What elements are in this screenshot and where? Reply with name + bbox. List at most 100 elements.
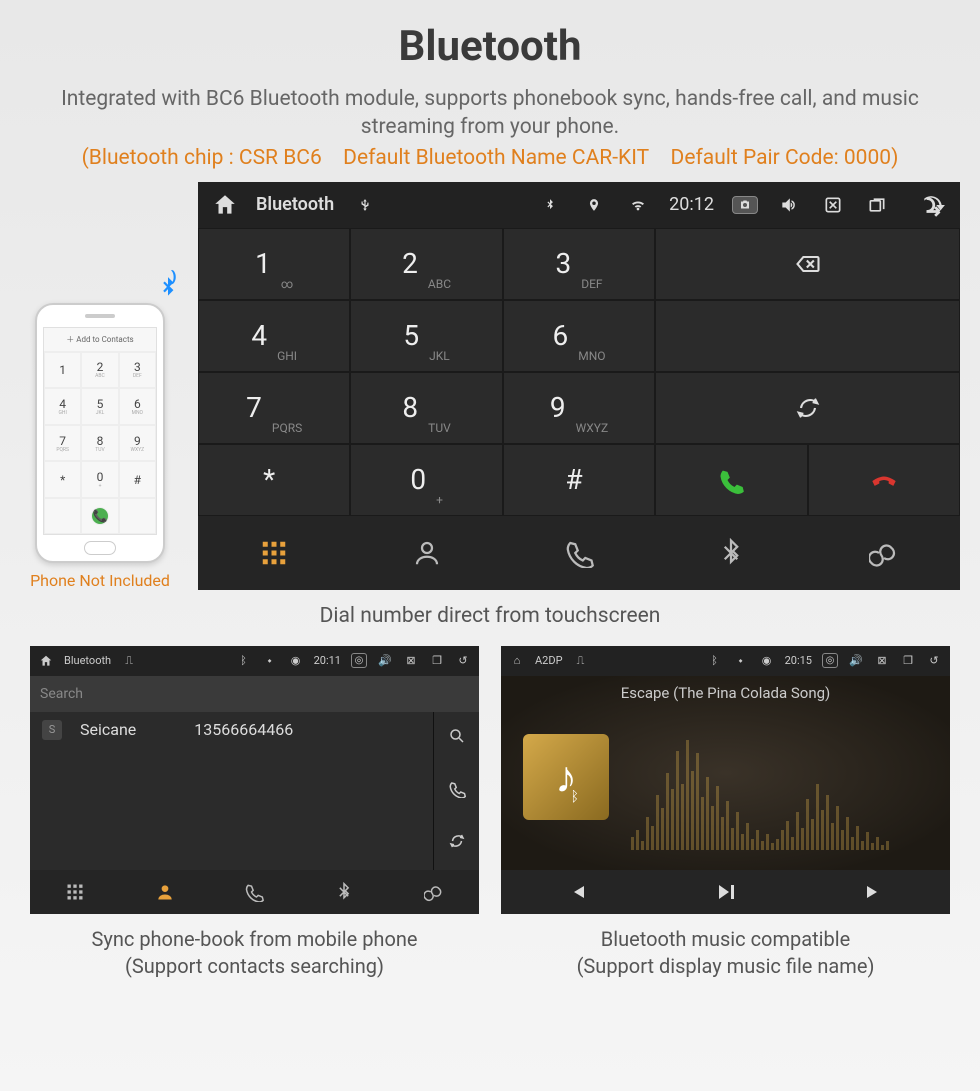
- recent-apps-icon[interactable]: ❐: [429, 654, 445, 667]
- hangup-button[interactable]: [808, 444, 960, 516]
- volume-icon[interactable]: 🔊: [377, 654, 393, 667]
- prev-track-button[interactable]: [501, 870, 651, 914]
- recent-apps-icon[interactable]: ❐: [900, 654, 916, 667]
- phone-key: 3DEF: [119, 352, 156, 389]
- dialer-screen: Bluetooth 20:12 1∞2ABC3DEF 4GHI5JKL6MNO 7P…: [198, 182, 960, 590]
- chip-info-line: (Bluetooth chip : CSR BC6 Default Blueto…: [0, 146, 980, 170]
- recent-apps-icon[interactable]: [864, 195, 890, 215]
- page-title: Bluetooth: [0, 0, 980, 71]
- search-placeholder: Search: [40, 686, 83, 702]
- contact-number: 13566664466: [194, 720, 293, 739]
- home-icon[interactable]: [38, 654, 54, 668]
- bluetooth-icon: ᛒ: [707, 654, 723, 667]
- phone-caption: Phone Not Included: [20, 571, 180, 590]
- contacts-status-bar: Bluetooth ⎍ ᛒ ⬩ ◉ 20:11 ◎ 🔊 ⊠ ❐ ↺: [30, 646, 479, 676]
- nav-contacts-icon[interactable]: [120, 870, 210, 914]
- bluetooth-badge-icon: ᛒ: [571, 789, 579, 805]
- dial-key-6[interactable]: 6MNO: [503, 300, 655, 372]
- phone-key: 0+: [81, 461, 118, 498]
- nav-calls-icon[interactable]: [210, 870, 300, 914]
- music-caption: Bluetooth music compatible(Support displ…: [501, 926, 950, 980]
- dial-key-hash[interactable]: #: [503, 444, 655, 516]
- status-bar: Bluetooth 20:12: [198, 182, 960, 228]
- back-icon[interactable]: ↺: [926, 654, 942, 667]
- close-icon[interactable]: ⊠: [874, 654, 890, 667]
- dial-key-star[interactable]: *: [198, 444, 350, 516]
- status-title: A2DP: [535, 654, 563, 667]
- dial-key-4[interactable]: 4GHI: [198, 300, 350, 372]
- play-pause-button[interactable]: [651, 870, 801, 914]
- bluetooth-signal-icon: [155, 275, 181, 308]
- music-note-icon: ♪ᛒ: [555, 751, 577, 803]
- usb-icon: [352, 198, 378, 212]
- close-icon[interactable]: ⊠: [403, 654, 419, 667]
- phone-key: 2ABC: [81, 352, 118, 389]
- location-icon: ⬩: [733, 654, 749, 668]
- nav-calls-icon[interactable]: [503, 516, 655, 590]
- sync-button[interactable]: [655, 372, 960, 444]
- volume-icon[interactable]: [776, 195, 802, 215]
- contacts-screen: Bluetooth ⎍ ᛒ ⬩ ◉ 20:11 ◎ 🔊 ⊠ ❐ ↺ Search…: [30, 646, 479, 914]
- phone-key: *: [44, 461, 81, 498]
- phone-home-button: [84, 541, 116, 555]
- next-track-button[interactable]: [800, 870, 950, 914]
- camera-icon[interactable]: ◎: [822, 653, 838, 668]
- music-status-bar: ⌂ A2DP ⎍ ᛒ ⬩ ◉ 20:15 ◎ 🔊 ⊠ ❐ ↺: [501, 646, 950, 676]
- wifi-icon: [625, 197, 651, 213]
- call-button[interactable]: [655, 444, 807, 516]
- back-icon[interactable]: [920, 192, 946, 218]
- nav-pair-icon[interactable]: [389, 870, 479, 914]
- close-icon[interactable]: [820, 195, 846, 215]
- empty-cell: [655, 300, 960, 372]
- side-search-icon[interactable]: [448, 727, 466, 749]
- phone-action: [119, 498, 156, 534]
- equalizer-visual: [631, 740, 930, 850]
- home-icon[interactable]: [212, 192, 238, 218]
- phone-key: 8TUV: [81, 425, 118, 462]
- dialer-caption: Dial number direct from touchscreen: [0, 604, 980, 628]
- nav-bluetooth-icon[interactable]: [299, 870, 389, 914]
- dial-key-8[interactable]: 8TUV: [350, 372, 502, 444]
- song-title: Escape (The Pina Colada Song): [501, 684, 950, 702]
- volume-icon[interactable]: 🔊: [848, 654, 864, 667]
- phone-key: 9WXYZ: [119, 425, 156, 462]
- camera-icon[interactable]: ◎: [351, 653, 367, 668]
- add-to-contacts-label: ＋ Add to Contacts: [44, 328, 156, 352]
- page-subtitle: Integrated with BC6 Bluetooth module, su…: [50, 85, 930, 142]
- back-icon[interactable]: ↺: [455, 654, 471, 667]
- side-call-icon[interactable]: [448, 780, 466, 802]
- dial-key-3[interactable]: 3DEF: [503, 228, 655, 300]
- music-screen: ⌂ A2DP ⎍ ᛒ ⬩ ◉ 20:15 ◎ 🔊 ⊠ ❐ ↺ Escape (T…: [501, 646, 950, 914]
- phone-key: #: [119, 461, 156, 498]
- contact-initial: S: [42, 720, 62, 740]
- nav-bluetooth-icon[interactable]: [655, 516, 807, 590]
- album-art: ♪ᛒ: [523, 734, 609, 820]
- phone-dial-button: 📞: [81, 498, 118, 534]
- nav-keypad-icon[interactable]: [30, 870, 120, 914]
- dial-key-9[interactable]: 9WXYZ: [503, 372, 655, 444]
- location-icon: [581, 198, 607, 212]
- dial-key-5[interactable]: 5JKL: [350, 300, 502, 372]
- contact-name: Seicane: [80, 720, 136, 739]
- wifi-icon: ◉: [288, 654, 304, 667]
- contact-row[interactable]: S Seicane 13566664466: [30, 712, 433, 748]
- side-sync-icon[interactable]: [448, 832, 466, 854]
- phone-key: 6MNO: [119, 388, 156, 425]
- dial-key-7[interactable]: 7PQRS: [198, 372, 350, 444]
- usb-icon: ⎍: [121, 654, 137, 668]
- search-input[interactable]: Search: [30, 676, 479, 712]
- phone-key: 4GHI: [44, 388, 81, 425]
- nav-contacts-icon[interactable]: [350, 516, 502, 590]
- dial-key-0[interactable]: 0+: [350, 444, 502, 516]
- backspace-button[interactable]: [655, 228, 960, 300]
- nav-pair-icon[interactable]: [808, 516, 960, 590]
- dial-key-1[interactable]: 1∞: [198, 228, 350, 300]
- dial-key-2[interactable]: 2ABC: [350, 228, 502, 300]
- nav-keypad-icon[interactable]: [198, 516, 350, 590]
- wifi-icon: ◉: [759, 654, 775, 667]
- phone-key: 5JKL: [81, 388, 118, 425]
- status-time: 20:15: [785, 654, 812, 667]
- home-icon[interactable]: ⌂: [509, 654, 525, 667]
- camera-icon[interactable]: [732, 196, 758, 214]
- status-time: 20:11: [314, 654, 341, 667]
